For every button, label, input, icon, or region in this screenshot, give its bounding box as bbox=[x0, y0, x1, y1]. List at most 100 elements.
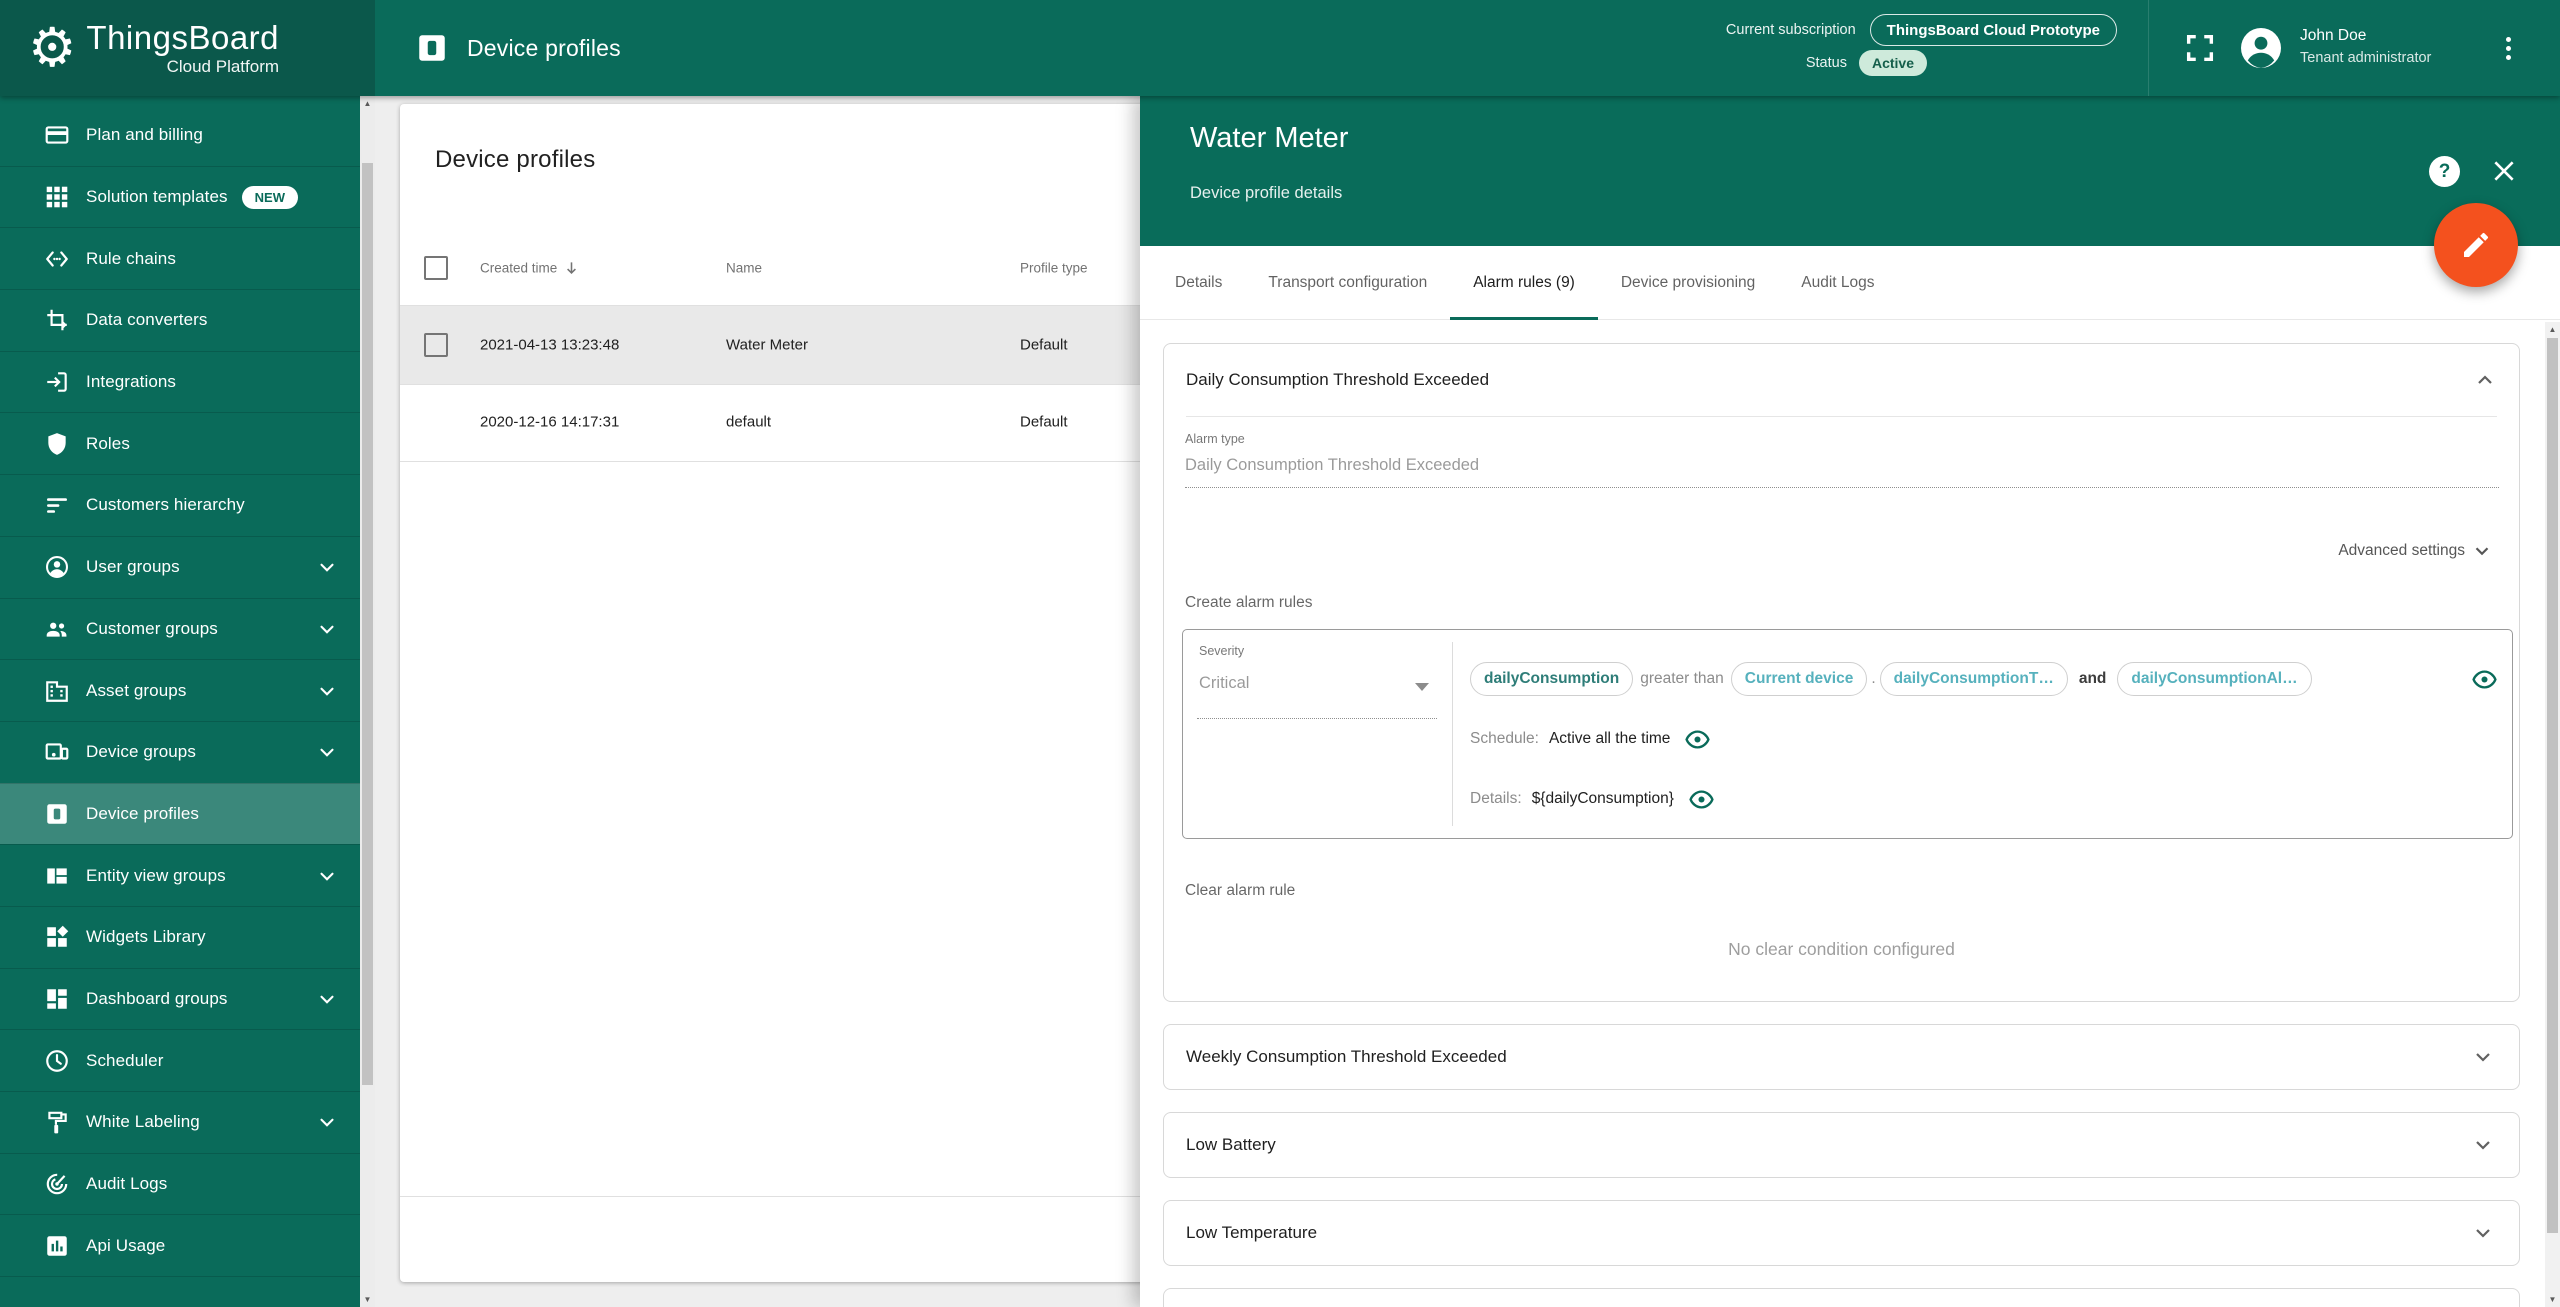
paint-icon bbox=[44, 1109, 70, 1135]
sidebar-item-label: Plan and billing bbox=[86, 124, 203, 144]
device-profile-icon bbox=[415, 31, 449, 65]
app-root: ⚙ ThingsBoard Cloud Platform Device prof… bbox=[0, 0, 2560, 1307]
sidebar-item-label: Widgets Library bbox=[86, 927, 206, 947]
fullscreen-icon[interactable] bbox=[2183, 31, 2217, 65]
sidebar-item-audit-logs[interactable]: Audit Logs bbox=[0, 1152, 360, 1215]
sidebar-item-label: Customer groups bbox=[86, 618, 218, 638]
tab-audit-logs[interactable]: Audit Logs bbox=[1778, 246, 1897, 320]
sidebar-item-label: Data converters bbox=[86, 310, 208, 330]
create-alarm-rules-label: Create alarm rules bbox=[1185, 594, 1313, 611]
view-schedule-eye-icon[interactable] bbox=[1684, 726, 1711, 753]
account-icon bbox=[44, 554, 70, 580]
chevron-down-icon bbox=[316, 556, 338, 578]
alarm-title: Low Battery bbox=[1186, 1135, 1276, 1154]
sidebar-item-entity-view-groups[interactable]: Entity view groups bbox=[0, 844, 360, 906]
sidebar-item-label: White Labeling bbox=[86, 1112, 200, 1132]
select-arrow-icon[interactable] bbox=[1415, 683, 1429, 691]
top-toolbar: ⚙ ThingsBoard Cloud Platform Device prof… bbox=[0, 0, 2560, 96]
tab-device-provisioning[interactable]: Device provisioning bbox=[1598, 246, 1778, 320]
view-condition-eye-icon[interactable] bbox=[2471, 666, 2498, 693]
logo-subtitle: Cloud Platform bbox=[166, 56, 280, 76]
sidebar-item-customer-groups[interactable]: Customer groups bbox=[0, 597, 360, 660]
scroll-up-icon[interactable]: ▲ bbox=[2545, 322, 2560, 337]
rule-box-divider bbox=[1452, 642, 1453, 826]
dashboard-icon bbox=[44, 986, 70, 1012]
alarm-card-partial[interactable] bbox=[1163, 1288, 2520, 1307]
no-clear-condition-text: No clear condition configured bbox=[1728, 939, 1955, 959]
sidebar-item-solution-templates[interactable]: Solution templates NEW bbox=[0, 165, 360, 228]
sort-desc-icon bbox=[567, 261, 577, 274]
alarm-card-low-battery[interactable]: Low Battery bbox=[1163, 1112, 2520, 1178]
view-details-eye-icon[interactable] bbox=[1688, 786, 1715, 813]
card-divider bbox=[1186, 416, 2497, 417]
sidebar-item-customers-hierarchy[interactable]: Customers hierarchy bbox=[0, 474, 360, 536]
sidebar-item-integrations[interactable]: Integrations bbox=[0, 350, 360, 413]
severity-select[interactable]: Critical bbox=[1199, 674, 1249, 693]
logo-title: ThingsBoard bbox=[86, 18, 280, 56]
sidebar-item-widgets-library[interactable]: Widgets Library bbox=[0, 905, 360, 968]
shield-icon bbox=[44, 431, 70, 457]
sidebar-item-asset-groups[interactable]: Asset groups bbox=[0, 659, 360, 721]
credit-card-icon bbox=[44, 122, 70, 148]
thingsboard-logo[interactable]: ⚙ ThingsBoard Cloud Platform bbox=[0, 0, 375, 96]
subscription-pill-button[interactable]: ThingsBoard Cloud Prototype bbox=[1869, 14, 2117, 46]
help-icon[interactable]: ? bbox=[2429, 156, 2460, 187]
sidebar-scrollbar[interactable]: ▲ ▼ bbox=[360, 96, 375, 1307]
tab-alarm-rules-9-[interactable]: Alarm rules (9) bbox=[1450, 246, 1598, 320]
scroll-down-icon[interactable]: ▼ bbox=[2545, 1292, 2560, 1307]
details-row: Details: ${dailyConsumption} bbox=[1470, 786, 1715, 812]
condition-row: dailyConsumption greater than Current de… bbox=[1470, 661, 2498, 697]
scroll-down-icon[interactable]: ▼ bbox=[360, 1292, 375, 1307]
sidebar-item-device-groups[interactable]: Device groups bbox=[0, 720, 360, 783]
page-title: Device profiles bbox=[467, 34, 621, 61]
hierarchy-icon bbox=[44, 492, 70, 518]
clock-icon bbox=[44, 1048, 70, 1074]
select-all-checkbox[interactable] bbox=[424, 255, 448, 280]
tab-details[interactable]: Details bbox=[1152, 246, 1245, 320]
devices-icon bbox=[44, 739, 70, 765]
chevron-down-icon bbox=[316, 1111, 338, 1133]
pencil-icon bbox=[2464, 232, 2489, 257]
alarm-title: Daily Consumption Threshold Exceeded bbox=[1186, 370, 1490, 389]
sidebar-item-plan-and-billing[interactable]: Plan and billing bbox=[0, 104, 360, 166]
cell-created-time: 2021-04-13 13:23:48 bbox=[480, 336, 620, 354]
integration-icon bbox=[44, 369, 70, 395]
row-checkbox[interactable] bbox=[424, 333, 448, 357]
sidebar-item-roles[interactable]: Roles bbox=[0, 412, 360, 474]
sidebar-item-rule-chains[interactable]: Rule chains bbox=[0, 227, 360, 289]
avatar[interactable] bbox=[2237, 24, 2285, 72]
panel-scrollbar[interactable]: ▲ ▼ bbox=[2545, 322, 2560, 1307]
chevron-up-icon[interactable] bbox=[2473, 368, 2497, 392]
sidebar-item-dashboard-groups[interactable]: Dashboard groups bbox=[0, 967, 360, 1030]
table-title: Device profiles bbox=[435, 146, 596, 173]
edit-fab-button[interactable] bbox=[2434, 203, 2518, 287]
sidebar-item-scheduler[interactable]: Scheduler bbox=[0, 1029, 360, 1091]
sidebar-item-label: Device profiles bbox=[86, 803, 199, 823]
alarm-card-low-temperature[interactable]: Low Temperature bbox=[1163, 1200, 2520, 1266]
scroll-up-icon[interactable]: ▲ bbox=[360, 96, 375, 111]
alarm-card-header[interactable]: Daily Consumption Threshold Exceeded bbox=[1186, 344, 2497, 416]
tab-transport-configuration[interactable]: Transport configuration bbox=[1245, 246, 1450, 320]
sidebar-item-data-converters[interactable]: Data converters bbox=[0, 289, 360, 351]
alarm-card-weekly-consumption-threshold-exceeded[interactable]: Weekly Consumption Threshold Exceeded bbox=[1163, 1024, 2520, 1090]
panel-tabs: Details Transport configuration Alarm rule… bbox=[1140, 246, 2560, 320]
chevron-down-icon bbox=[2471, 1221, 2495, 1245]
chevron-down-icon bbox=[316, 618, 338, 640]
sidebar-item-device-profiles[interactable]: Device profiles bbox=[0, 782, 360, 845]
sidebar-item-white-labeling[interactable]: White Labeling bbox=[0, 1091, 360, 1153]
thingsboard-logo-icon: ⚙ bbox=[28, 18, 77, 78]
scrollbar-thumb[interactable] bbox=[362, 163, 373, 1085]
sidebar-item-label: User groups bbox=[86, 557, 180, 577]
kebab-menu-icon[interactable] bbox=[2498, 30, 2518, 66]
column-header-created-time[interactable]: Created time bbox=[480, 259, 580, 276]
sidebar-item-user-groups[interactable]: User groups bbox=[0, 535, 360, 598]
panel-subtitle: Device profile details bbox=[1190, 184, 1343, 202]
advanced-settings-toggle[interactable]: Advanced settings bbox=[2338, 540, 2493, 562]
sidebar-item-label: Rule chains bbox=[86, 248, 176, 268]
scrollbar-thumb[interactable] bbox=[2547, 338, 2558, 1233]
condition-separator: . bbox=[1871, 670, 1876, 687]
column-header-name[interactable]: Name bbox=[726, 260, 762, 275]
column-header-profile-type[interactable]: Profile type bbox=[1020, 260, 1088, 275]
sidebar-item-api-usage[interactable]: Api Usage bbox=[0, 1214, 360, 1276]
close-icon[interactable] bbox=[2491, 158, 2517, 184]
